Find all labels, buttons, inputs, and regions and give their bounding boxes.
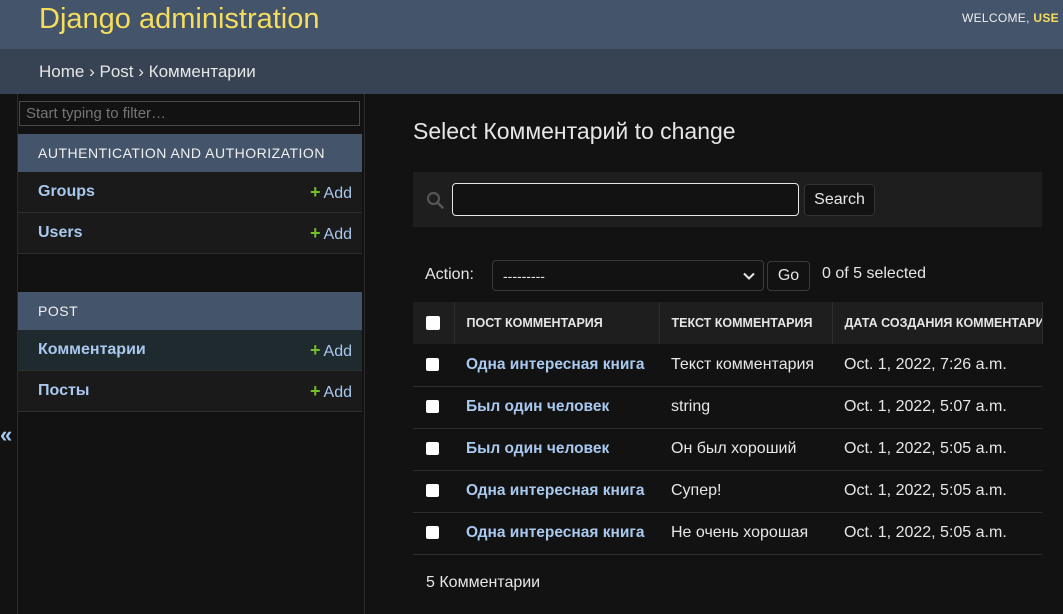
add-comment-button[interactable]: + Add	[310, 340, 352, 361]
date-cell: Oct. 1, 2022, 7:26 a.m.	[832, 344, 1042, 387]
sidebar-item-comments: Комментарии + Add	[18, 330, 362, 371]
breadcrumb-current: Комментарии	[148, 62, 256, 81]
plus-icon: +	[310, 223, 321, 243]
sidebar-item-posts: Посты + Add	[18, 371, 362, 412]
plus-icon: +	[310, 340, 321, 360]
table-row: Одна интересная книга Не очень хорошая O…	[413, 512, 1042, 555]
add-label: Add	[323, 384, 352, 401]
sidebar-item-posts-link[interactable]: Посты	[38, 382, 89, 400]
action-label: Action:	[425, 266, 474, 283]
post-link[interactable]: Был один человек	[466, 398, 609, 415]
add-post-button[interactable]: + Add	[310, 381, 352, 402]
column-header-date[interactable]: ДАТА СОЗДАНИЯ КОММЕНТАРИЯ	[832, 302, 1043, 344]
sidebar-collapse-toggle[interactable]: «	[0, 422, 12, 448]
row-checkbox[interactable]	[426, 400, 439, 414]
search-toolbar: Search	[413, 172, 1042, 227]
search-icon	[426, 191, 444, 209]
post-cell: Был один человек	[454, 428, 659, 471]
select-all-checkbox[interactable]	[426, 316, 440, 331]
column-header-text[interactable]: ТЕКСТ КОММЕНТАРИЯ	[659, 302, 833, 344]
text-cell: Супер!	[659, 470, 832, 513]
post-link[interactable]: Одна интересная книга	[466, 482, 644, 499]
breadcrumb-app[interactable]: Post	[100, 62, 134, 81]
page-title: Select Комментарий to change	[413, 118, 736, 144]
site-name[interactable]: Django administration	[39, 3, 319, 36]
post-cell: Был один человек	[454, 386, 659, 429]
add-label: Add	[323, 185, 352, 202]
sidebar: AUTHENTICATION AND AUTHORIZATION Groups …	[17, 94, 365, 614]
action-select-value: ---------	[503, 268, 545, 284]
row-select-cell	[413, 512, 454, 555]
row-select-cell	[413, 428, 454, 471]
header-bar: Django administration WELCOME, USE	[0, 0, 1063, 49]
selection-counter: 0 of 5 selected	[822, 265, 927, 282]
row-checkbox[interactable]	[426, 526, 439, 540]
post-link[interactable]: Одна интересная книга	[466, 356, 644, 373]
breadcrumb-separator: ›	[138, 62, 144, 81]
date-cell: Oct. 1, 2022, 5:05 a.m.	[832, 428, 1042, 471]
sidebar-filter-input[interactable]	[19, 101, 360, 126]
row-checkbox[interactable]	[426, 442, 439, 456]
add-users-button[interactable]: + Add	[310, 223, 352, 244]
result-count: 5 Комментарии	[426, 574, 541, 591]
post-link[interactable]: Был один человек	[466, 440, 609, 457]
post-cell: Одна интересная книга	[454, 344, 659, 387]
add-label: Add	[323, 343, 352, 360]
post-cell: Одна интересная книга	[454, 470, 659, 513]
plus-icon: +	[310, 381, 321, 401]
row-checkbox[interactable]	[426, 484, 439, 498]
text-cell: Он был хороший	[659, 428, 832, 471]
module-caption-auth[interactable]: AUTHENTICATION AND AUTHORIZATION	[18, 134, 362, 172]
add-groups-button[interactable]: + Add	[310, 182, 352, 203]
action-select[interactable]: ---------	[492, 260, 764, 291]
date-cell: Oct. 1, 2022, 5:07 a.m.	[832, 386, 1042, 429]
row-checkbox[interactable]	[426, 358, 439, 372]
post-cell: Одна интересная книга	[454, 512, 659, 555]
row-select-cell	[413, 344, 454, 387]
table-row: Одна интересная книга Текст комментария …	[413, 344, 1042, 387]
go-button[interactable]: Go	[767, 261, 810, 291]
breadcrumb-home[interactable]: Home	[39, 62, 84, 81]
breadcrumb-separator: ›	[89, 62, 95, 81]
search-button[interactable]: Search	[804, 184, 875, 216]
sidebar-item-users: Users + Add	[18, 213, 362, 254]
user-tools: WELCOME, USE	[962, 11, 1059, 25]
search-input[interactable]	[452, 183, 799, 216]
select-all-header	[413, 302, 455, 344]
sidebar-item-groups-link[interactable]: Groups	[38, 183, 95, 201]
username: USE	[1033, 11, 1059, 25]
table-row: Был один человек Он был хороший Oct. 1, …	[413, 428, 1042, 471]
date-cell: Oct. 1, 2022, 5:05 a.m.	[832, 512, 1042, 555]
sidebar-item-users-link[interactable]: Users	[38, 224, 82, 242]
chevron-down-icon	[743, 272, 755, 280]
text-cell: string	[659, 386, 832, 429]
table-header-row: ПОСТ КОММЕНТАРИЯ ТЕКСТ КОММЕНТАРИЯ ДАТА …	[413, 302, 1043, 344]
table-row: Одна интересная книга Супер! Oct. 1, 202…	[413, 470, 1042, 513]
sidebar-item-groups: Groups + Add	[18, 172, 362, 213]
result-table: ПОСТ КОММЕНТАРИЯ ТЕКСТ КОММЕНТАРИЯ ДАТА …	[413, 302, 1043, 555]
row-select-cell	[413, 470, 454, 513]
paginator: 5 Комментарии	[413, 559, 1042, 614]
table-row: Был один человек string Oct. 1, 2022, 5:…	[413, 386, 1042, 429]
plus-icon: +	[310, 182, 321, 202]
main-content: Select Комментарий to change Search Acti…	[413, 94, 1063, 614]
post-link[interactable]: Одна интересная книга	[466, 524, 644, 541]
sidebar-item-comments-link[interactable]: Комментарии	[38, 341, 146, 359]
module-caption-post[interactable]: POST	[18, 292, 362, 330]
text-cell: Не очень хорошая	[659, 512, 832, 555]
add-label: Add	[323, 226, 352, 243]
row-select-cell	[413, 386, 454, 429]
welcome-text: WELCOME,	[962, 11, 1030, 25]
column-header-post[interactable]: ПОСТ КОММЕНТАРИЯ	[454, 302, 660, 344]
date-cell: Oct. 1, 2022, 5:05 a.m.	[832, 470, 1042, 513]
breadcrumb: Home › Post › Комментарии	[0, 49, 1063, 94]
text-cell: Текст комментария	[659, 344, 832, 387]
actions-bar: Action: --------- Go 0 of 5 selected	[413, 257, 1042, 293]
